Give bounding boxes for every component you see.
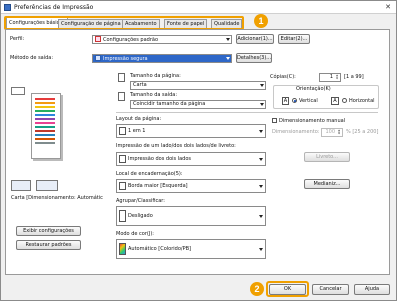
duplex-label: Impressão de um lado/dos dois lados/de l…: [116, 143, 236, 149]
chevron-down-icon: [260, 84, 264, 87]
booklet-button[interactable]: Livreto...: [304, 152, 350, 162]
portrait-icon: A: [282, 97, 289, 105]
window-title: Preferências de Impressão: [14, 4, 94, 11]
profile-label: Perfil:: [10, 36, 25, 42]
copies-range: [1 a 99]: [344, 74, 364, 80]
layout-select[interactable]: 1 em 1: [116, 124, 266, 138]
profile-select[interactable]: Configurações padrão: [92, 35, 232, 44]
chevron-down-icon: [226, 57, 230, 60]
collate-label: Agrupar/Classificar:: [116, 198, 165, 204]
portrait-option[interactable]: Vertical: [292, 98, 318, 104]
chevron-down-icon: [226, 38, 230, 41]
chevron-down-icon: [259, 158, 263, 161]
output-size-select[interactable]: Coincidir tamanho da página: [130, 100, 266, 109]
view-settings-button[interactable]: Exibir configurações: [16, 226, 81, 236]
basic-settings-panel: Perfil: Configurações padrão Adicionar(1…: [5, 29, 390, 275]
duplex-icon: [119, 155, 126, 163]
output-size-value: Coincidir tamanho da página: [133, 101, 206, 107]
chevron-down-icon: [259, 215, 263, 218]
orientation-label: Orientação(K): [296, 86, 331, 92]
layout-label: Layout da página:: [116, 116, 162, 122]
print-preferences-window: Preferências de Impressão ✕ Configuraçõe…: [0, 0, 397, 301]
details-button[interactable]: Detalhes(3)...: [236, 53, 272, 63]
manual-scaling-checkbox[interactable]: [272, 118, 277, 123]
scaling-stepper[interactable]: 100: [321, 128, 343, 137]
binding-label: Local de encadernação(5):: [116, 171, 183, 177]
layout-value: 1 em 1: [128, 128, 146, 134]
copies-stepper[interactable]: 1: [319, 73, 341, 82]
portrait-radio[interactable]: [292, 98, 297, 103]
output-size-label: Tamanho da saída:: [130, 92, 178, 98]
binding-icon: [119, 182, 126, 190]
page-size-label: Tamanho da página:: [130, 73, 181, 79]
title-bar: Preferências de Impressão ✕: [1, 1, 396, 14]
ok-button[interactable]: OK: [269, 284, 306, 295]
help-button[interactable]: Ajuda: [354, 284, 390, 295]
callout-badge-2: 2: [250, 282, 264, 296]
color-mode-select[interactable]: Automático [Colorido/PB]: [116, 239, 266, 259]
duplex-select[interactable]: Impressão dos dois lados: [116, 152, 266, 166]
page-size-select[interactable]: Carta: [130, 81, 266, 90]
manual-scaling-label: Dimensionamento manual: [279, 118, 346, 124]
layout-icon: [119, 127, 126, 135]
preview-toggle-icon[interactable]: [11, 87, 25, 95]
chevron-down-icon: [259, 130, 263, 133]
output-size-icon: [118, 92, 125, 101]
cancel-button[interactable]: Cancelar: [312, 284, 349, 295]
color-mode-label: Modo de cor(J):: [116, 231, 154, 237]
gutter-button[interactable]: Medianiz...: [304, 179, 350, 189]
page-size-value: Carta: [133, 82, 147, 88]
scaling-field-label: Dimensionamento:: [272, 129, 320, 135]
collate-value: Desligado: [128, 213, 153, 219]
manual-scaling-option[interactable]: Dimensionamento manual: [272, 118, 345, 124]
tabs-highlight: [4, 16, 244, 30]
printer-app-icon: [4, 4, 11, 11]
landscape-label: Horizontal: [349, 98, 375, 104]
chevron-down-icon: [259, 248, 263, 251]
add-profile-button[interactable]: Adicionar(1)...: [236, 34, 274, 44]
copies-label: Cópias(C):: [270, 74, 296, 80]
landscape-icon: A: [331, 97, 339, 105]
binding-value: Borda maior [Esquerda]: [128, 183, 188, 189]
page-size-icon: [118, 73, 125, 82]
preview-settings-icon-right[interactable]: [36, 180, 58, 191]
preview-caption: Carta [Dimensionamento: Automátic: [11, 195, 103, 201]
output-method-select[interactable]: Impressão segura: [92, 54, 232, 63]
preview-settings-icon-left[interactable]: [11, 180, 31, 191]
portrait-label: Vertical: [299, 98, 318, 104]
color-mode-value: Automático [Colorido/PB]: [128, 246, 191, 252]
output-method-label: Método de saída:: [10, 55, 54, 61]
binding-select[interactable]: Borda maior [Esquerda]: [116, 179, 266, 193]
landscape-option[interactable]: Horizontal: [342, 98, 375, 104]
output-method-value: Impressão segura: [103, 56, 148, 62]
duplex-value: Impressão dos dois lados: [128, 156, 191, 162]
chevron-down-icon: [259, 185, 263, 188]
callout-badge-1: 1: [254, 14, 268, 28]
chevron-down-icon: [260, 103, 264, 106]
preview-page: [31, 93, 61, 159]
landscape-radio[interactable]: [342, 98, 347, 103]
close-icon[interactable]: ✕: [383, 3, 393, 12]
edit-profile-button[interactable]: Editar(2)...: [278, 34, 310, 44]
profile-value: Configurações padrão: [103, 37, 158, 43]
restore-defaults-button[interactable]: Restaurar padrões: [16, 240, 81, 250]
secure-print-icon: [95, 55, 101, 61]
color-mode-icon: [119, 243, 126, 255]
collate-icon: [119, 210, 126, 222]
section-divider: [116, 112, 378, 113]
scaling-range: % [25 a 200]: [346, 129, 379, 135]
profile-icon: [95, 36, 101, 42]
collate-select[interactable]: Desligado: [116, 206, 266, 226]
